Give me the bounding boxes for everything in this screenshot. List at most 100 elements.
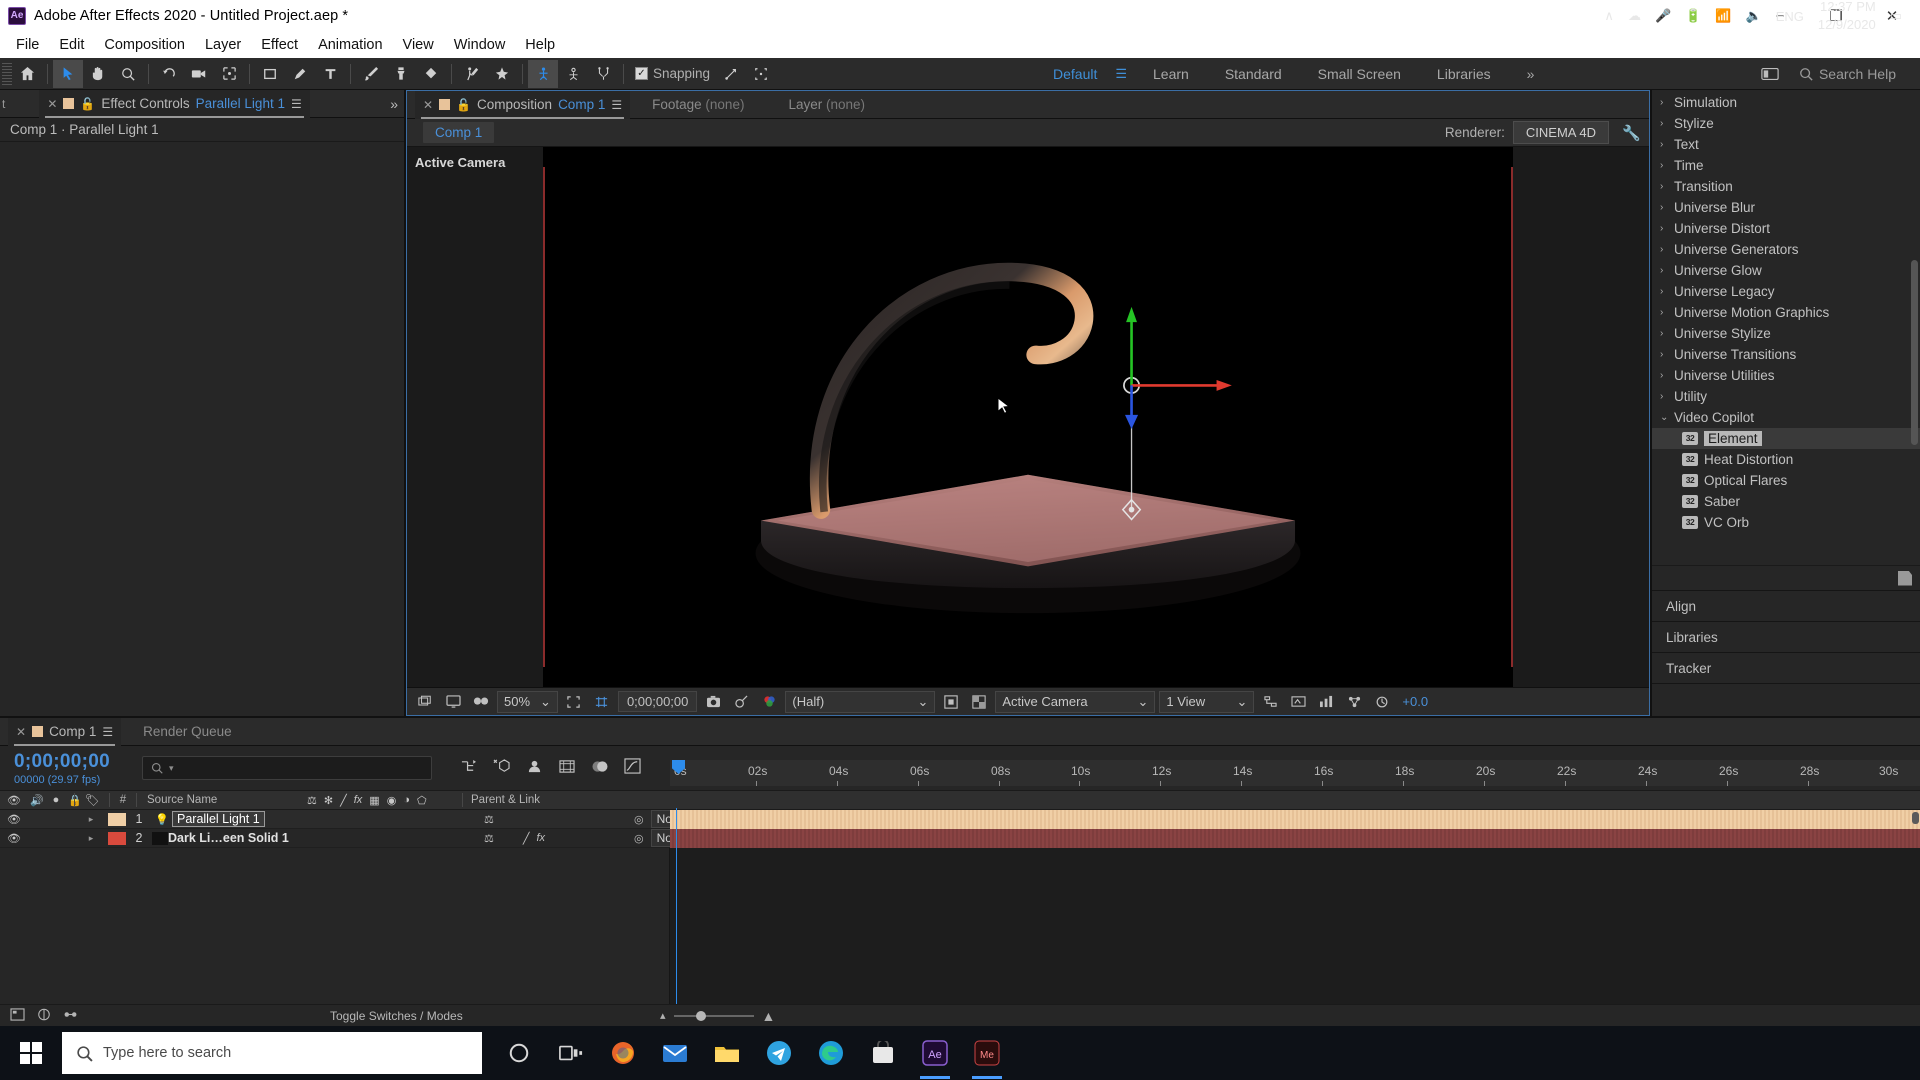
pen-tool-icon[interactable]: [285, 60, 315, 88]
workspace-overflow-icon[interactable]: »: [1509, 66, 1553, 82]
language-indicator[interactable]: ENG: [1776, 9, 1804, 24]
puppet-pin-tool-icon[interactable]: [487, 60, 517, 88]
rectangle-tool-icon[interactable]: [255, 60, 285, 88]
camera-tool-icon[interactable]: [184, 60, 214, 88]
quality-switch-icon[interactable]: ╱: [501, 832, 530, 845]
effects-switch-icon[interactable]: fx: [354, 794, 363, 806]
main-viewer-icon[interactable]: [441, 691, 465, 713]
snap-arrow-icon[interactable]: [716, 60, 746, 88]
timeline-search-input[interactable]: ▾: [142, 756, 432, 780]
layer-visibility-icon[interactable]: 👁: [0, 813, 28, 826]
quality-switch-icon[interactable]: ╱: [340, 794, 347, 807]
chevron-right-icon[interactable]: ›: [1660, 244, 1674, 255]
microphone-icon[interactable]: 🎤: [1655, 8, 1671, 24]
rotation-tool-icon[interactable]: [154, 60, 184, 88]
layer-bar-dark-solid[interactable]: [670, 829, 1920, 848]
resolution-select[interactable]: (Half) ⌄: [785, 690, 936, 713]
comp-canvas[interactable]: [543, 147, 1513, 687]
panel-tracker[interactable]: Tracker: [1652, 653, 1920, 684]
column-source-name[interactable]: Source Name: [137, 794, 307, 806]
tab-render-queue[interactable]: Render Queue: [121, 724, 254, 739]
three-d-layer-icon[interactable]: ⬠: [417, 794, 427, 807]
current-timecode[interactable]: 0;00;00;00: [14, 751, 120, 773]
panel-menu-icon[interactable]: ☰: [102, 725, 113, 739]
layer-bar-parallel-light[interactable]: [670, 810, 1920, 829]
panel-expand-icon[interactable]: »: [390, 96, 398, 112]
menu-file[interactable]: File: [6, 35, 49, 55]
home-icon[interactable]: [12, 60, 42, 88]
tab-footage[interactable]: Footage (none): [630, 97, 766, 112]
start-button[interactable]: [0, 1026, 62, 1080]
zoom-level-select[interactable]: 50% ⌄: [497, 690, 558, 713]
viewer-timecode[interactable]: 0;00;00;00: [617, 691, 698, 712]
tab-layer[interactable]: Layer (none): [766, 97, 887, 112]
onedrive-icon[interactable]: ☁: [1628, 8, 1641, 24]
expand-layer-icon[interactable]: ▸: [74, 833, 108, 844]
layer-name-input[interactable]: Parallel Light 1: [172, 811, 265, 827]
renderer-value[interactable]: CINEMA 4D: [1512, 121, 1609, 144]
motion-blur-icon[interactable]: [591, 759, 608, 778]
layer-color-swatch[interactable]: [108, 831, 126, 845]
store-icon[interactable]: [858, 1026, 908, 1080]
effect-category-universe-transitions[interactable]: › Universe Transitions: [1652, 344, 1920, 365]
hide-shy-layers-icon[interactable]: [526, 759, 543, 778]
menu-view[interactable]: View: [393, 35, 444, 55]
effect-category-universe-glow[interactable]: › Universe Glow: [1652, 260, 1920, 281]
panel-align[interactable]: Align: [1652, 591, 1920, 622]
timeline-track-area[interactable]: [670, 808, 1920, 1004]
delete-preset-icon[interactable]: [1898, 570, 1912, 586]
chevron-right-icon[interactable]: ›: [1660, 118, 1674, 129]
region-of-interest-icon[interactable]: [562, 691, 586, 713]
motion-blur-icon[interactable]: ◉: [387, 794, 397, 807]
type-tool-icon[interactable]: [315, 60, 345, 88]
auto-keyframe-icon[interactable]: [63, 1008, 78, 1024]
effect-category-universe-utilities[interactable]: › Universe Utilities: [1652, 365, 1920, 386]
chevron-right-icon[interactable]: ›: [1660, 181, 1674, 192]
layer-visibility-icon[interactable]: 👁: [0, 832, 28, 845]
comp-flowchart-icon[interactable]: [10, 1007, 25, 1024]
collapse-transform-icon[interactable]: ✻: [324, 794, 333, 807]
menu-help[interactable]: Help: [515, 35, 565, 55]
shy-switch-icon[interactable]: ⚖: [484, 832, 494, 845]
snapping-toggle[interactable]: ✓ Snapping: [635, 66, 710, 81]
chevron-right-icon[interactable]: ›: [1660, 391, 1674, 402]
chevron-right-icon[interactable]: ›: [1660, 265, 1674, 276]
audio-icon[interactable]: 🔊: [30, 794, 44, 807]
lock-icon[interactable]: 🔓: [456, 98, 471, 112]
show-snapshot-icon[interactable]: [729, 691, 753, 713]
pan-behind-tool-icon[interactable]: [214, 60, 244, 88]
firefox-icon[interactable]: [598, 1026, 648, 1080]
adjustment-layer-icon[interactable]: ◑: [403, 794, 410, 806]
frame-blend-icon[interactable]: ▦: [369, 794, 379, 807]
network-icon[interactable]: 📶: [1715, 8, 1731, 24]
clock[interactable]: 12:37 PM 12/9/2020: [1818, 0, 1876, 34]
unified-camera-icon[interactable]: [528, 59, 558, 88]
effect-category-universe-generators[interactable]: › Universe Generators: [1652, 239, 1920, 260]
effect-category-video-copilot[interactable]: ⌄ Video Copilot: [1652, 407, 1920, 428]
workspace-tab-standard[interactable]: Standard: [1207, 66, 1300, 82]
3d-glasses-icon[interactable]: [469, 691, 493, 713]
timeline-graph-area[interactable]: [0, 808, 1920, 1004]
timeline-vertical-scrollbar[interactable]: [1912, 812, 1919, 824]
effect-category-utility[interactable]: › Utility: [1652, 386, 1920, 407]
zoom-track[interactable]: [673, 1010, 754, 1021]
layer-name[interactable]: Dark Li…een Solid 1: [168, 831, 289, 845]
current-timecode-group[interactable]: 0;00;00;00 00000 (29.97 fps): [0, 751, 120, 786]
chevron-right-icon[interactable]: ›: [1660, 370, 1674, 381]
graph-editor-icon[interactable]: [624, 758, 641, 778]
workspace-menu-icon[interactable]: ☰: [1115, 66, 1135, 82]
expand-layer-icon[interactable]: ▸: [74, 814, 108, 825]
menu-window[interactable]: Window: [444, 35, 516, 55]
cortana-icon[interactable]: [494, 1026, 544, 1080]
pickwhip-icon[interactable]: ◎: [634, 813, 644, 826]
draft-3d-icon[interactable]: [493, 758, 510, 778]
timeline-ruler-area[interactable]: 0s 02s 04s 06s 08s 10s 12s 14s 16s 18s 2…: [670, 746, 1920, 790]
toolbar-grip[interactable]: [2, 62, 12, 85]
always-preview-icon[interactable]: [413, 691, 437, 713]
eye-icon[interactable]: 👁: [7, 794, 21, 807]
zoom-in-icon[interactable]: ▲: [762, 1008, 776, 1024]
battery-icon[interactable]: 🔋: [1685, 8, 1701, 24]
close-icon[interactable]: ✕: [47, 97, 57, 111]
after-effects-icon[interactable]: Ae: [910, 1026, 960, 1080]
effects-category-list[interactable]: › Simulation › Stylize › Text › Time › T…: [1652, 90, 1920, 565]
